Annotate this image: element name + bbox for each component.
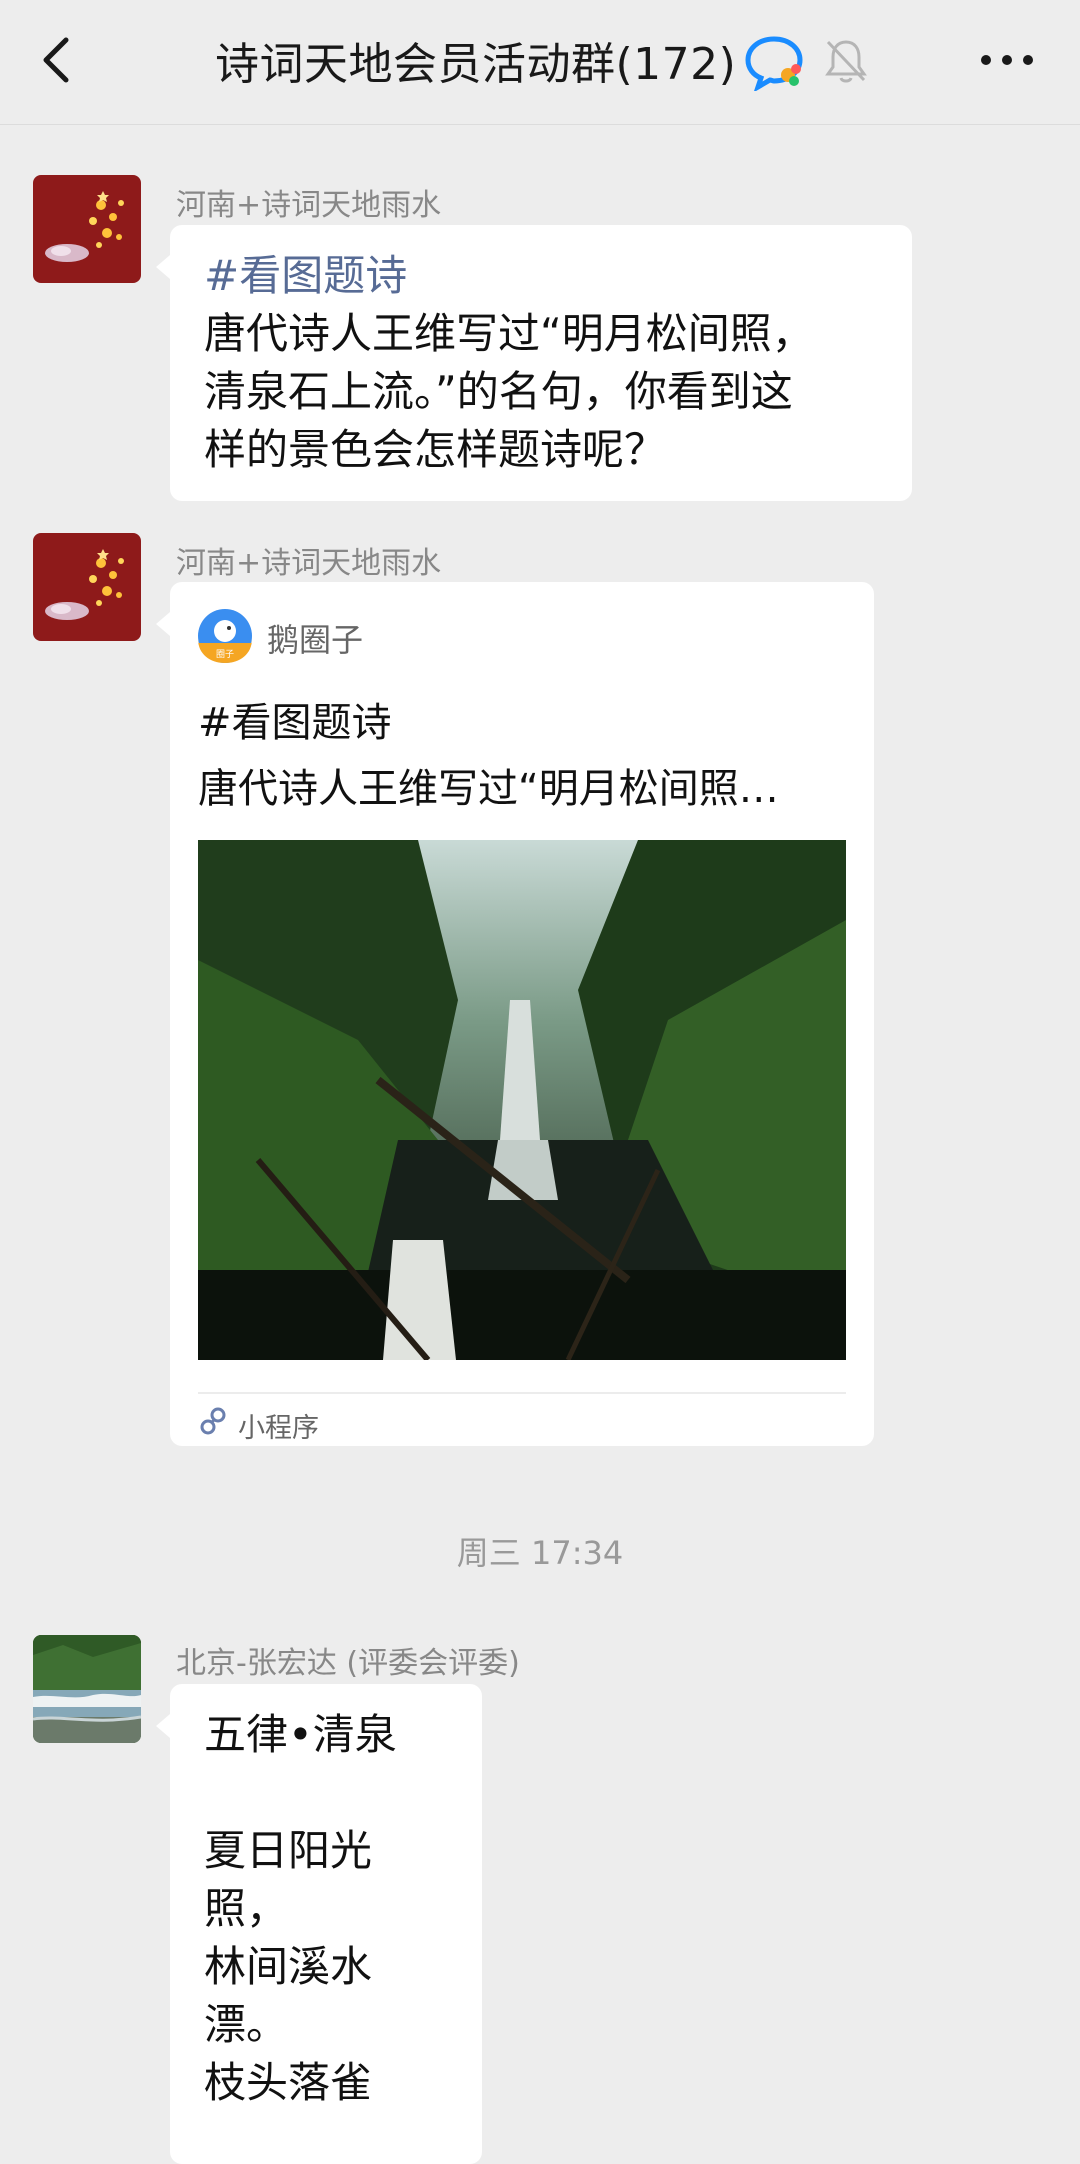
mini-program-label: 小程序 <box>238 1413 319 1444</box>
card-title: #看图题诗 <box>198 700 392 746</box>
message-bubble[interactable]: 五律•清泉 夏日阳光 照， 林间溪水 漂。 枝头落雀 <box>156 1684 482 2164</box>
sender-name: 河南+诗词天地雨水 <box>176 546 442 581</box>
mini-program-name: 鹅圈子 <box>267 621 364 659</box>
poem-line: 林间溪水 <box>204 1942 373 1991</box>
message-line: 样的景色会怎样题诗呢？ <box>204 425 667 474</box>
more-icon[interactable] <box>972 28 1042 92</box>
message-bubble[interactable]: #看图题诗 唐代诗人王维写过“明月松间照， 清泉石上流。”的名句，你看到这 样的… <box>156 225 912 501</box>
chat-title: 诗词天地会员活动群(172) <box>215 39 737 90</box>
poem-line: 照， <box>204 1884 289 1933</box>
avatar[interactable] <box>33 533 141 641</box>
mini-program-logo-icon: 圈子 <box>198 609 252 663</box>
message-line: 唐代诗人王维写过“明月松间照， <box>204 309 814 358</box>
card-thumbnail-image <box>198 840 846 1360</box>
bell-muted-icon[interactable] <box>822 36 870 86</box>
poem-line: 夏日阳光 <box>204 1826 373 1875</box>
mini-program-link-icon <box>200 1407 226 1435</box>
chat-bubble-icon[interactable] <box>744 33 806 91</box>
card-divider <box>198 1392 846 1394</box>
back-arrow-icon[interactable] <box>30 30 90 90</box>
poem-line: 枝头落雀 <box>204 2058 373 2107</box>
hashtag-link[interactable]: #看图题诗 <box>204 247 904 305</box>
sender-name: 河南+诗词天地雨水 <box>176 188 442 223</box>
mini-program-card[interactable]: 圈子 鹅圈子 #看图题诗 唐代诗人王维写过“明月松间照… 小程序 <box>156 582 874 1446</box>
chat-header: 诗词天地会员活动群(172) <box>0 0 1080 125</box>
logo-label: 圈子 <box>216 649 234 660</box>
card-description: 唐代诗人王维写过“明月松间照… <box>198 766 779 812</box>
poem-line: 漂。 <box>204 2000 289 2049</box>
message-line: 清泉石上流。”的名句，你看到这 <box>204 367 793 416</box>
poem-title: 五律•清泉 <box>204 1710 397 1759</box>
chat-timestamp: 周三 17:34 <box>456 1534 624 1572</box>
avatar[interactable] <box>33 1635 141 1743</box>
sender-name: 北京-张宏达 (评委会评委) <box>176 1646 520 1681</box>
avatar[interactable] <box>33 175 141 283</box>
